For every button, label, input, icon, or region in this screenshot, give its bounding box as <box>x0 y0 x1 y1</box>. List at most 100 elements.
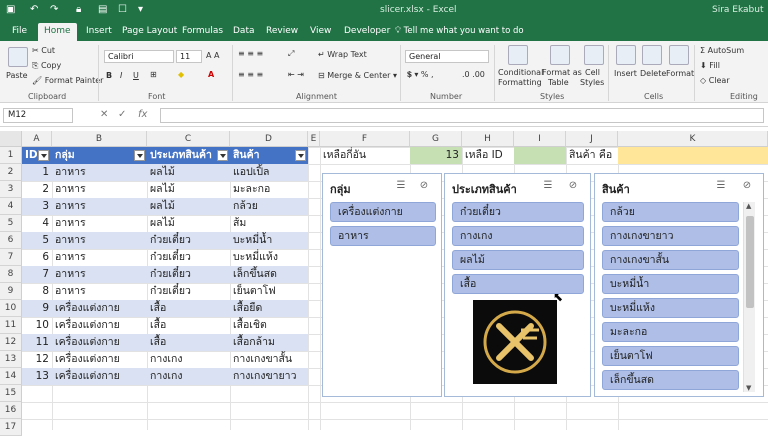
table-cell[interactable]: อาหาร <box>52 283 147 300</box>
slicer-item[interactable]: มะละกอ <box>602 322 739 342</box>
column-header[interactable]: C <box>147 131 230 147</box>
row-header[interactable]: 10 <box>0 300 22 317</box>
table-cell[interactable]: เครื่องแต่งกาย <box>52 368 147 385</box>
table-cell[interactable]: ส้ม <box>230 215 308 232</box>
tab-file[interactable]: File <box>6 25 33 37</box>
table-cell[interactable]: กางเกงขาสั้น <box>230 351 308 368</box>
table-cell[interactable]: กล้วย <box>230 198 308 215</box>
row-header[interactable]: 15 <box>0 385 22 402</box>
table-cell[interactable]: 9 <box>22 300 52 317</box>
table-cell[interactable]: 10 <box>22 317 52 334</box>
slicer-item[interactable]: เครื่องแต่งกาย <box>330 202 436 222</box>
slicer-item[interactable]: เล็กขึ้นสด <box>602 370 739 390</box>
table-cell[interactable]: 12 <box>22 351 52 368</box>
wrap-text-button[interactable]: ↵ Wrap Text <box>318 50 367 59</box>
cut-button[interactable]: ✂ Cut <box>32 46 55 55</box>
row-header[interactable]: 1 <box>0 147 22 164</box>
column-header[interactable]: G <box>410 131 462 147</box>
multi-select-icon[interactable]: ☰ <box>395 180 407 191</box>
cell-styles-icon[interactable] <box>584 45 604 65</box>
column-header[interactable]: F <box>320 131 410 147</box>
paste-button[interactable]: Paste <box>6 71 28 80</box>
label-cell-j1[interactable]: สินค้า คือ <box>566 147 618 164</box>
row-header[interactable]: 7 <box>0 249 22 266</box>
table-cell[interactable]: เสื้อ <box>147 334 230 351</box>
row-header[interactable]: 2 <box>0 164 22 181</box>
lock-icon[interactable]: 🔒︎ <box>76 4 81 15</box>
filter-dropdown-icon[interactable] <box>134 150 145 161</box>
formula-input[interactable] <box>160 108 764 123</box>
column-header[interactable]: K <box>618 131 768 147</box>
table-cell[interactable]: 8 <box>22 283 52 300</box>
enter-icon[interactable]: ✓ <box>118 109 126 120</box>
user-name[interactable]: Sira Ekabut <box>712 5 764 15</box>
save-icon[interactable]: ▣ <box>6 4 15 15</box>
table-cell[interactable]: ผลไม้ <box>147 198 230 215</box>
table-cell[interactable]: เครื่องแต่งกาย <box>52 334 147 351</box>
table-cell[interactable]: 11 <box>22 334 52 351</box>
row-header[interactable]: 11 <box>0 317 22 334</box>
autosum-button[interactable]: Σ AutoSum <box>700 46 744 55</box>
merge-center-button[interactable]: ⊟ Merge & Center ▾ <box>318 71 397 80</box>
filter-dropdown-icon[interactable] <box>38 150 49 161</box>
bold-button[interactable]: B <box>106 71 112 80</box>
format-as-table-icon[interactable] <box>550 45 570 65</box>
slicer-item[interactable]: บะหมี่แห้ง <box>602 298 739 318</box>
table-cell[interactable]: 2 <box>22 181 52 198</box>
decimal-icon[interactable]: .0 .00 <box>462 70 485 79</box>
currency-icon[interactable]: 💲︎ ▾ % , <box>407 70 434 80</box>
select-all-corner[interactable] <box>0 131 22 147</box>
count-cell-g1[interactable]: 13 <box>410 147 462 164</box>
table-cell[interactable]: กางเกง <box>147 368 230 385</box>
column-header[interactable]: E <box>308 131 320 147</box>
cancel-icon[interactable]: ✕ <box>100 109 108 120</box>
label-cell-h1[interactable]: เหลือ ID <box>462 147 514 164</box>
table-header-group[interactable]: กลุ่ม <box>52 147 147 164</box>
table-cell[interactable]: 4 <box>22 215 52 232</box>
column-header[interactable]: H <box>462 131 514 147</box>
font-grow-icon[interactable]: A A <box>206 51 220 60</box>
quick-access-icon[interactable]: ▤ <box>98 4 107 15</box>
table-cell[interactable]: 1 <box>22 164 52 181</box>
table-cell[interactable]: 5 <box>22 232 52 249</box>
conditional-formatting-icon[interactable] <box>508 45 528 65</box>
table-cell[interactable]: เครื่องแต่งกาย <box>52 317 147 334</box>
customize-toolbar-icon[interactable]: ▾ <box>138 4 143 15</box>
row-header[interactable]: 5 <box>0 215 22 232</box>
undo-icon[interactable]: ↶ <box>30 4 38 15</box>
value-cell-i1[interactable] <box>514 147 566 164</box>
row-header[interactable]: 16 <box>0 402 22 419</box>
delete-cells-icon[interactable] <box>642 45 662 65</box>
fill-color-icon[interactable]: ◆ <box>178 70 184 79</box>
table-cell[interactable]: เครื่องแต่งกาย <box>52 351 147 368</box>
font-color-icon[interactable]: A <box>208 70 214 79</box>
slicer-item[interactable]: อาหาร <box>330 226 436 246</box>
row-header[interactable]: 13 <box>0 351 22 368</box>
column-header[interactable]: J <box>566 131 618 147</box>
table-cell[interactable]: เล็กขึ้นสด <box>230 266 308 283</box>
scrollbar-thumb[interactable] <box>746 216 754 308</box>
table-cell[interactable]: อาหาร <box>52 215 147 232</box>
name-box[interactable]: M12 <box>3 108 73 123</box>
font-size-select[interactable]: 11 <box>176 50 202 63</box>
function-icon[interactable]: fx <box>138 109 147 120</box>
table-cell[interactable]: กางเกงขายาว <box>230 368 308 385</box>
row-header[interactable]: 12 <box>0 334 22 351</box>
slicer-item[interactable]: เย็นตาโฟ <box>602 346 739 366</box>
align-top-icon[interactable]: ≡ ≡ ≡ <box>238 49 263 58</box>
italic-button[interactable]: I <box>120 71 122 80</box>
row-header[interactable]: 3 <box>0 181 22 198</box>
number-format-select[interactable]: General <box>405 50 489 63</box>
insert-cells-button[interactable]: Insert <box>614 69 637 78</box>
row-header[interactable]: 4 <box>0 198 22 215</box>
table-cell[interactable]: มะละกอ <box>230 181 308 198</box>
table-cell[interactable]: เสื้อ <box>147 300 230 317</box>
tab-insert[interactable]: Insert <box>80 25 118 37</box>
slicer-item[interactable]: กางเกงขาสั้น <box>602 250 739 270</box>
value-cell-k1[interactable] <box>618 147 768 164</box>
table-cell[interactable]: เครื่องแต่งกาย <box>52 300 147 317</box>
column-header[interactable]: D <box>230 131 308 147</box>
clear-button[interactable]: ◇ Clear <box>700 76 730 85</box>
slicer-category[interactable]: ประเภทสินค้า ☰ ⊘ ก๋วยเตี๋ยว กางเกง ผลไม้… <box>444 173 591 397</box>
label-cell-f1[interactable]: เหลือกี่อัน <box>320 147 410 164</box>
